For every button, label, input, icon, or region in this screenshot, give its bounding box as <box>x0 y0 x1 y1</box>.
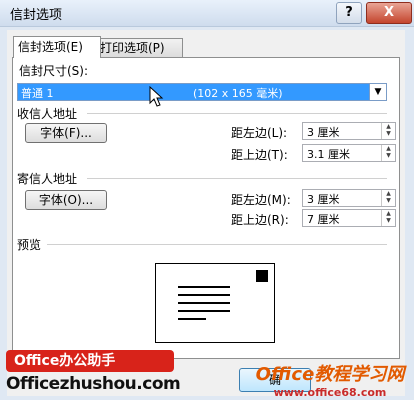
sender-divider <box>87 178 387 179</box>
envelope-size-value-name: 普通 1 <box>21 87 54 100</box>
envelope-options-dialog: 信封选项 ? X 信封选项(E) 打印选项(P) 信封尺寸(S): 普通 1 (… <box>0 0 414 400</box>
preview-divider <box>47 244 387 245</box>
mouse-cursor-icon <box>149 86 164 107</box>
tab-envelope-options[interactable]: 信封选项(E) <box>13 36 101 58</box>
recipient-heading: 收信人地址 <box>17 107 78 121</box>
spin-up-icon[interactable]: ▲ <box>382 210 395 217</box>
recipient-top-value: 3.1 厘米 <box>307 148 350 161</box>
address-line <box>178 294 230 296</box>
help-button[interactable]: ? <box>336 2 362 24</box>
watermark-title: Office教程学习网 <box>255 364 405 385</box>
spin-down-icon[interactable]: ▼ <box>382 197 395 204</box>
recipient-left-label: 距左边(L): <box>231 126 288 140</box>
envelope-preview <box>155 263 275 343</box>
sender-left-spinner[interactable]: 3 厘米 ▲ ▼ <box>302 189 396 207</box>
watermark: Office教程学习网 www.office68.com <box>250 360 410 399</box>
watermark-url: www.office68.com <box>273 386 387 399</box>
envelope-size-label: 信封尺寸(S): <box>19 64 89 78</box>
address-line <box>178 310 230 312</box>
sender-font-button[interactable]: 字体(O)... <box>25 190 107 210</box>
sender-top-label: 距上边(R): <box>231 213 289 227</box>
envelope-size-value-dims: (102 x 165 毫米) <box>193 87 283 100</box>
address-line <box>178 286 230 288</box>
spin-down-icon[interactable]: ▼ <box>382 130 395 137</box>
sender-heading: 寄信人地址 <box>17 172 78 186</box>
recipient-font-button[interactable]: 字体(F)... <box>25 123 107 143</box>
brand-url: Officezhushou.com <box>6 374 181 394</box>
sender-left-value: 3 厘米 <box>307 193 340 206</box>
preview-heading: 预览 <box>17 238 42 252</box>
spin-up-icon[interactable]: ▲ <box>382 145 395 152</box>
sender-top-spinner[interactable]: 7 厘米 ▲ ▼ <box>302 209 396 227</box>
address-line <box>178 318 206 320</box>
spin-up-icon[interactable]: ▲ <box>382 190 395 197</box>
spin-down-icon[interactable]: ▼ <box>382 217 395 224</box>
spin-up-icon[interactable]: ▲ <box>382 123 395 130</box>
sender-left-label: 距左边(M): <box>231 193 291 207</box>
brand-banner: Office办公助手 <box>6 350 174 372</box>
chevron-down-icon[interactable]: ▼ <box>369 84 386 100</box>
spin-down-icon[interactable]: ▼ <box>382 152 395 159</box>
sender-top-value: 7 厘米 <box>307 213 340 226</box>
dialog-body: 信封选项(E) 打印选项(P) 信封尺寸(S): 普通 1 (102 x 165… <box>7 30 405 396</box>
title-bar: 信封选项 ? X <box>0 0 414 27</box>
recipient-left-spinner[interactable]: 3 厘米 ▲ ▼ <box>302 122 396 140</box>
address-line <box>178 302 230 304</box>
stamp-icon <box>256 270 268 282</box>
close-button[interactable]: X <box>366 2 412 24</box>
recipient-left-value: 3 厘米 <box>307 126 340 139</box>
recipient-top-spinner[interactable]: 3.1 厘米 ▲ ▼ <box>302 144 396 162</box>
recipient-divider <box>87 113 387 114</box>
envelope-size-select[interactable]: 普通 1 (102 x 165 毫米) ▼ <box>17 83 387 101</box>
tab-print-options[interactable]: 打印选项(P) <box>95 38 183 57</box>
recipient-top-label: 距上边(T): <box>231 148 288 162</box>
window-title: 信封选项 <box>10 8 63 23</box>
